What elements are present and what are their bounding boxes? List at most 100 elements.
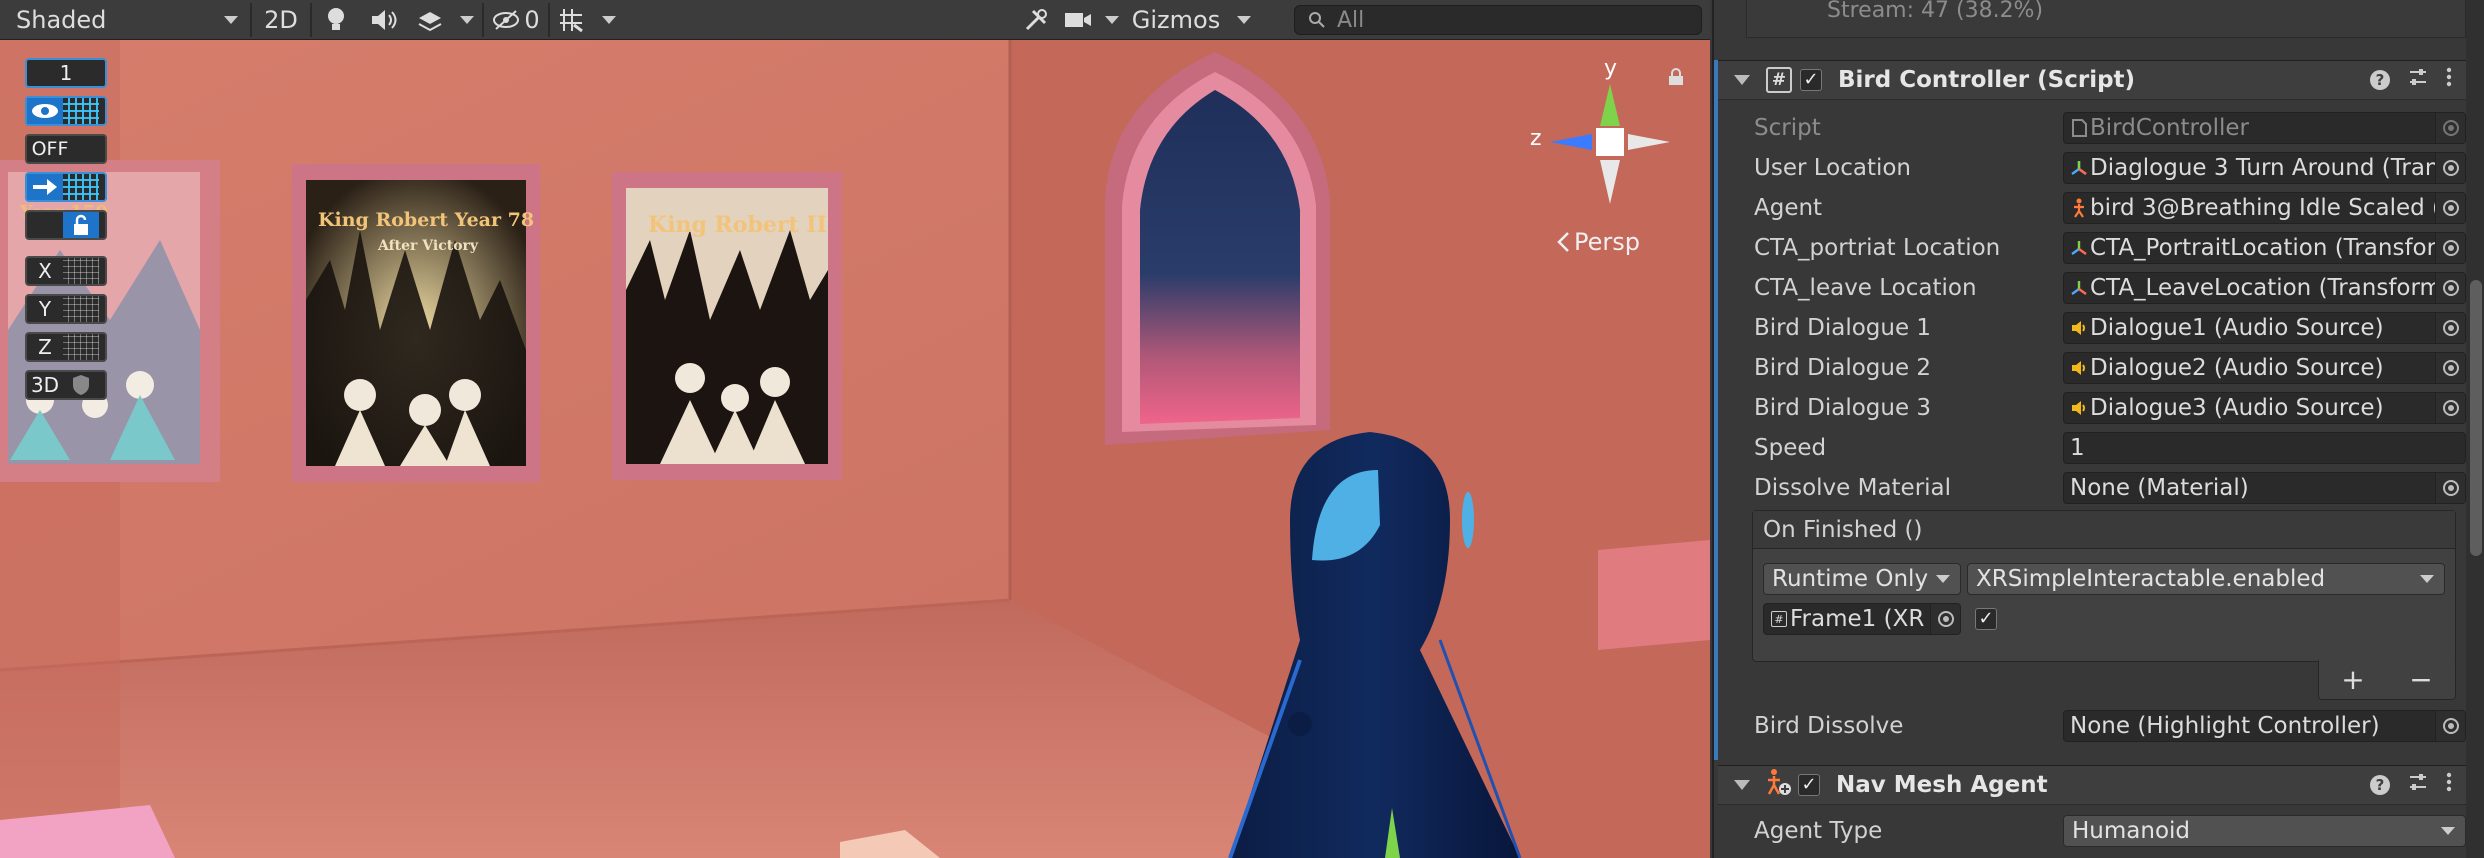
overlay-off-toggle[interactable]: OFF <box>25 134 107 164</box>
dialogue3-object-field[interactable]: Dialogue3 (Audio Source) <box>2063 392 2466 424</box>
cta-leave-object-field[interactable]: CTA_LeaveLocation (Transform) <box>2063 272 2466 304</box>
audio-source-icon <box>2068 319 2090 337</box>
script-object-field: BirdController <box>2063 112 2466 144</box>
overlay-counter[interactable]: 1 <box>25 58 107 88</box>
grid-snapping-toggle[interactable] <box>550 3 594 37</box>
scene-visibility-toggle[interactable]: 0 <box>484 3 548 37</box>
toggle-2d-button[interactable]: 2D <box>252 3 310 37</box>
camera-dropdown[interactable] <box>1098 3 1126 37</box>
object-picker-button[interactable] <box>2435 153 2465 183</box>
effects-dropdown[interactable] <box>452 3 482 37</box>
x-axis-cone <box>1628 134 1670 150</box>
inspector-scrollbar[interactable] <box>2466 0 2484 858</box>
gizmo-lock-icon[interactable] <box>1668 68 1684 90</box>
lighting-toggle[interactable] <box>312 3 360 37</box>
scene-search-input[interactable]: All <box>1294 5 1702 35</box>
field-bird-dialogue-3: Bird Dialogue 3 Dialogue3 (Audio Source) <box>1754 389 2466 427</box>
object-picker-button[interactable] <box>1930 604 1960 634</box>
component-enabled-checkbox[interactable]: ✓ <box>1800 69 1822 91</box>
overlay-lock-toggle[interactable] <box>25 210 107 240</box>
gizmos-dropdown[interactable] <box>1226 3 1262 37</box>
foldout-arrow-icon[interactable] <box>1734 75 1750 85</box>
event-header: On Finished () <box>1753 511 2455 549</box>
projection-toggle[interactable]: Persp <box>1556 228 1640 256</box>
gizmos-button[interactable]: Gizmos <box>1126 3 1226 37</box>
bird-controller-header[interactable]: # ✓ Bird Controller (Script) ? <box>1718 60 2466 100</box>
object-picker-button[interactable] <box>2435 711 2465 741</box>
object-picker-button[interactable] <box>2435 313 2465 343</box>
overlay-x-toggle[interactable]: X <box>25 256 107 286</box>
event-bool-checkbox[interactable]: ✓ <box>1975 608 1997 630</box>
audio-source-icon <box>2068 359 2090 377</box>
add-listener-button[interactable]: + <box>2341 663 2364 696</box>
tools-button[interactable] <box>1014 3 1058 37</box>
bird-dissolve-object-field[interactable]: None (Highlight Controller) <box>2063 710 2466 742</box>
preset-sliders-icon[interactable] <box>2408 67 2428 93</box>
event-add-remove: + − <box>2318 660 2456 700</box>
kebab-menu-icon[interactable] <box>2446 67 2452 93</box>
object-picker-button[interactable] <box>2435 393 2465 423</box>
field-cta-leave-location: CTA_leave Location CTA_LeaveLocation (Tr… <box>1754 269 2466 307</box>
projection-label: Persp <box>1574 228 1640 256</box>
overlay-3d-toggle[interactable]: 3D <box>25 370 107 400</box>
component-enabled-checkbox[interactable]: ✓ <box>1798 774 1820 796</box>
field-value: 1 <box>2070 435 2085 461</box>
preset-sliders-icon[interactable] <box>2408 772 2428 798</box>
object-picker-button[interactable] <box>2435 353 2465 383</box>
overlay-y-toggle[interactable]: Y <box>25 294 107 324</box>
runtime-mode-dropdown[interactable]: Runtime Only <box>1763 563 1961 595</box>
shading-mode-dropdown[interactable]: Shaded <box>0 3 250 37</box>
help-icon[interactable]: ? <box>2370 70 2390 90</box>
nav-mesh-agent-icon <box>1764 768 1792 802</box>
overlay-z-toggle[interactable]: Z <box>25 332 107 362</box>
effects-toggle[interactable] <box>408 3 452 37</box>
help-icon[interactable]: ? <box>2370 775 2390 795</box>
overlay-move-toggle[interactable] <box>25 172 107 202</box>
eye-slash-icon <box>493 9 520 30</box>
field-bird-dialogue-1: Bird Dialogue 1 Dialogue1 (Audio Source) <box>1754 309 2466 347</box>
field-speed: Speed 1 <box>1754 429 2466 467</box>
foldout-arrow-icon[interactable] <box>1734 780 1750 790</box>
field-user-location: User Location Diaglogue 3 Turn Around (T… <box>1754 149 2466 187</box>
scrollbar-thumb[interactable] <box>2470 280 2482 556</box>
event-target-object-field[interactable]: # Frame1 (XR <box>1763 603 1961 635</box>
field-value: Diaglogue 3 Turn Around (Trans <box>2090 155 2435 181</box>
overlay-visibility-toggle[interactable] <box>25 96 107 126</box>
audio-toggle[interactable] <box>360 3 408 37</box>
lock-icon <box>63 212 99 238</box>
inspector-panel: Stream: 47 (38.2%) # ✓ Bird Controller (… <box>1712 0 2484 858</box>
nav-mesh-agent-header[interactable]: ✓ Nav Mesh Agent ? <box>1718 765 2466 805</box>
cta-portrait-object-field[interactable]: CTA_PortraitLocation (Transform <box>2063 232 2466 264</box>
speed-input[interactable]: 1 <box>2063 432 2466 464</box>
agent-object-field[interactable]: bird 3@Breathing Idle Scaled (Na <box>2063 192 2466 224</box>
object-picker-button[interactable] <box>2435 273 2465 303</box>
dialogue1-object-field[interactable]: Dialogue1 (Audio Source) <box>2063 312 2466 344</box>
field-agent-type: Agent Type Humanoid <box>1754 812 2466 850</box>
dissolve-material-object-field[interactable]: None (Material) <box>2063 472 2466 504</box>
object-picker-button[interactable] <box>2435 473 2465 503</box>
nav-agent-icon <box>2068 198 2090 218</box>
remove-listener-button[interactable]: − <box>2409 663 2432 696</box>
shield-icon <box>63 372 99 398</box>
scene-view[interactable]: Shaded 2D 0 Gizmos All King Robert Year … <box>0 0 1710 858</box>
field-value: None (Highlight Controller) <box>2070 713 2380 739</box>
field-label: Bird Dissolve <box>1754 713 1904 739</box>
layers-effects-icon <box>418 11 442 31</box>
orientation-gizmo[interactable]: y z <box>1530 56 1690 216</box>
field-label: Speed <box>1754 435 1827 461</box>
kebab-menu-icon[interactable] <box>2446 772 2452 798</box>
scene-render[interactable]: Year 150 King Robert Year 78 After Victo… <box>0 0 1710 858</box>
field-value: Dialogue3 (Audio Source) <box>2090 395 2384 421</box>
object-picker-button[interactable] <box>2435 233 2465 263</box>
event-function-dropdown[interactable]: XRSimpleInteractable.enabled <box>1967 563 2445 595</box>
agent-type-dropdown[interactable]: Humanoid <box>2063 815 2466 847</box>
dialogue2-object-field[interactable]: Dialogue2 (Audio Source) <box>2063 352 2466 384</box>
audio-source-icon <box>2068 399 2090 417</box>
field-value: Dialogue1 (Audio Source) <box>2090 315 2384 341</box>
camera-button[interactable] <box>1058 3 1098 37</box>
gizmo-y-label: y <box>1604 56 1618 81</box>
object-picker-button[interactable] <box>2435 193 2465 223</box>
user-location-object-field[interactable]: Diaglogue 3 Turn Around (Trans <box>2063 152 2466 184</box>
gizmo-center-cube <box>1596 128 1624 156</box>
grid-dropdown[interactable] <box>594 3 624 37</box>
